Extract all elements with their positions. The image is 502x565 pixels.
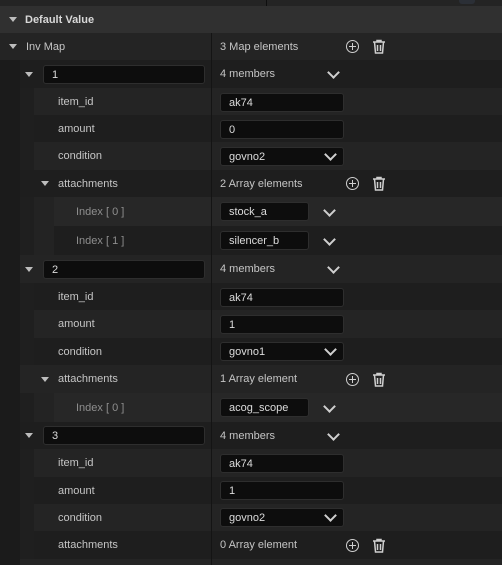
add-element-icon[interactable] [346, 177, 359, 190]
attachments-row: attachments 0 Array element [0, 531, 502, 559]
condition-value: govno2 [229, 150, 266, 163]
next-row-edge [0, 559, 502, 565]
trash-icon[interactable] [372, 39, 386, 54]
chevron-down-icon[interactable] [323, 204, 336, 217]
array-item-field[interactable]: acog_scope [220, 398, 309, 417]
array-item-field[interactable]: stock_a [220, 202, 309, 221]
item-id-row: item_id ak74 [0, 449, 502, 477]
amount-label: amount [58, 318, 95, 330]
chevron-down-icon[interactable] [327, 428, 340, 441]
condition-label: condition [58, 511, 103, 524]
attachments-label: attachments [58, 177, 118, 190]
map-element-row: 3 4 members [0, 422, 502, 449]
map-property-label: Inv Map [26, 40, 66, 53]
condition-combo[interactable]: govno2 [220, 508, 344, 527]
map-property-row: Inv Map 3 Map elements [0, 33, 502, 60]
item-id-label: item_id [58, 95, 94, 108]
attachments-label: attachments [58, 539, 118, 551]
chevron-down-icon [324, 148, 337, 161]
condition-row: condition govno2 [0, 504, 502, 531]
trash-icon[interactable] [372, 538, 386, 553]
item-id-field[interactable]: ak74 [220, 288, 344, 307]
attachments-row: attachments 2 Array elements [0, 170, 502, 197]
item-id-row: item_id ak74 [0, 283, 502, 310]
add-element-icon[interactable] [346, 40, 359, 53]
triangle-down-icon[interactable] [25, 266, 33, 272]
trash-icon[interactable] [372, 176, 386, 191]
chevron-down-icon[interactable] [327, 261, 340, 274]
attachments-label: attachments [58, 373, 118, 385]
triangle-down-icon[interactable] [25, 433, 33, 438]
category-header[interactable]: Default Value [0, 6, 502, 33]
chevron-down-icon[interactable] [327, 66, 340, 79]
category-title: Default Value [25, 13, 95, 26]
item-id-field[interactable]: ak74 [220, 454, 344, 473]
item-id-field[interactable]: ak74 [220, 93, 344, 112]
trash-icon[interactable] [372, 372, 386, 387]
array-item-row: Index [ 0 ] stock_a [0, 197, 502, 226]
condition-row: condition govno1 [0, 338, 502, 365]
array-item-row: Index [ 1 ] silencer_b [0, 226, 502, 255]
amount-field[interactable]: 1 [220, 315, 344, 334]
chevron-down-icon[interactable] [323, 400, 336, 413]
map-key-field[interactable]: 1 [43, 65, 205, 84]
condition-label: condition [58, 150, 103, 162]
array-index-label: Index [ 0 ] [76, 401, 125, 414]
array-index-label: Index [ 0 ] [76, 205, 125, 218]
members-count-text: 4 members [220, 263, 276, 275]
condition-label: condition [58, 345, 103, 358]
array-index-label: Index [ 1 ] [76, 234, 125, 247]
chevron-down-icon [324, 343, 337, 356]
array-item-row: Index [ 0 ] acog_scope [0, 393, 502, 422]
map-element-row: 2 4 members [0, 255, 502, 283]
members-count-text: 4 members [220, 68, 276, 80]
condition-value: govno2 [229, 511, 266, 524]
amount-label: amount [58, 484, 95, 497]
add-element-icon[interactable] [346, 539, 359, 552]
scrollbar-thumb[interactable] [459, 0, 475, 4]
details-panel: Default Value Inv Map 3 Map elements 1 4… [0, 0, 502, 565]
amount-row: amount 0 [0, 115, 502, 142]
chevron-down-icon[interactable] [323, 233, 336, 246]
item-id-label: item_id [58, 290, 94, 303]
triangle-down-icon[interactable] [9, 44, 17, 49]
triangle-down-icon[interactable] [9, 17, 17, 22]
condition-combo[interactable]: govno2 [220, 147, 344, 166]
item-id-label: item_id [58, 457, 94, 469]
array-count-text: 2 Array elements [220, 177, 303, 190]
condition-value: govno1 [229, 345, 266, 358]
array-count-text: 1 Array element [220, 373, 298, 385]
amount-row: amount 1 [0, 310, 502, 338]
triangle-down-icon[interactable] [41, 376, 49, 382]
map-element-row: 1 4 members [0, 60, 502, 88]
map-key-field[interactable]: 2 [43, 260, 205, 279]
item-id-row: item_id ak74 [0, 88, 502, 115]
attachments-row: attachments 1 Array element [0, 365, 502, 393]
condition-row: condition govno2 [0, 142, 502, 170]
triangle-down-icon[interactable] [25, 71, 33, 77]
amount-field[interactable]: 1 [220, 481, 344, 500]
condition-combo[interactable]: govno1 [220, 342, 344, 361]
map-key-field[interactable]: 3 [43, 426, 205, 445]
amount-label: amount [58, 122, 95, 135]
map-count-text: 3 Map elements [220, 40, 299, 53]
array-count-text: 0 Array element [220, 539, 298, 551]
add-element-icon[interactable] [346, 373, 359, 386]
amount-row: amount 1 [0, 477, 502, 504]
triangle-down-icon[interactable] [41, 181, 49, 186]
amount-field[interactable]: 0 [220, 120, 344, 139]
array-item-field[interactable]: silencer_b [220, 231, 309, 250]
members-count-text: 4 members [220, 429, 276, 442]
chevron-down-icon [324, 509, 337, 522]
